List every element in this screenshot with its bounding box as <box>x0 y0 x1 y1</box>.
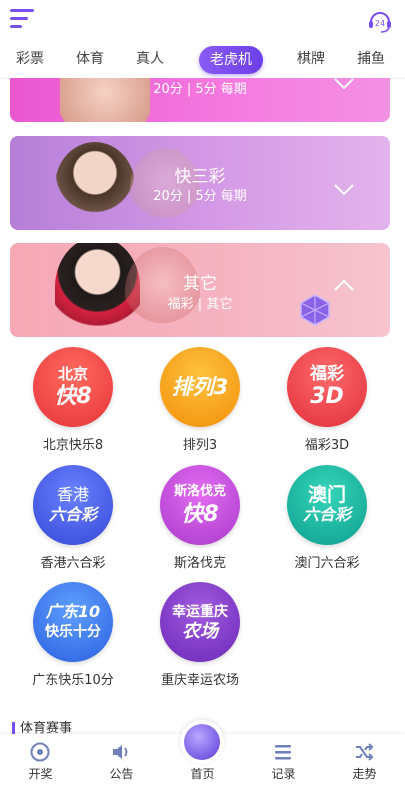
game-pailie3[interactable]: 排列3 排列3 <box>140 347 260 453</box>
ball-icon <box>30 742 50 762</box>
beijing-kl8-logo-icon: 北京 快8 <box>33 347 113 427</box>
game-label: 重庆幸运农场 <box>160 673 239 688</box>
chevron-down-icon[interactable] <box>334 184 354 196</box>
banner-title: 快三彩 <box>174 167 226 187</box>
game-chongqing-farm[interactable]: 幸运重庆 农场 重庆幸运农场 <box>140 582 260 688</box>
logo-text: 广东10 <box>45 602 101 621</box>
logo-text: 3D <box>310 384 344 409</box>
nav-label: 公告 <box>109 767 134 781</box>
logo-text: 斯洛伐克 <box>173 484 226 499</box>
tab-live[interactable]: 真人 <box>128 44 172 78</box>
logo-text: 北京 <box>57 365 88 383</box>
banner-subtitle: 20分 | 5分 每期 <box>153 82 247 97</box>
chevron-up-icon[interactable] <box>334 279 354 291</box>
banner-title: 其它 <box>183 274 217 294</box>
game-label: 澳门六合彩 <box>294 556 360 571</box>
hamburger-icon[interactable] <box>10 9 34 29</box>
hk-marksix-logo-icon: 香港 六合彩 <box>33 465 113 545</box>
game-hk-marksix[interactable]: 香港 六合彩 香港六合彩 <box>13 465 133 571</box>
category-tabs: 彩票 体育 真人 老虎机 棋牌 捕鱼 <box>0 44 405 79</box>
speaker-icon <box>113 745 128 759</box>
logo-text: 六合彩 <box>302 505 351 524</box>
logo-text: 香港 <box>56 485 89 504</box>
list-icon <box>275 745 291 760</box>
nav-records[interactable]: 记录 <box>243 734 324 791</box>
logo-text: 幸运重庆 <box>172 604 228 620</box>
logo-text: 快8 <box>181 502 219 527</box>
home-ball-icon[interactable] <box>180 720 224 764</box>
game-beijing-kl8[interactable]: 北京 快8 北京快乐8 <box>13 347 133 453</box>
logo-text: 快乐十分 <box>45 624 101 640</box>
nav-results[interactable]: 开奖 <box>0 734 81 791</box>
logo-text: 农场 <box>182 621 218 642</box>
game-guangdong-kl10[interactable]: 广东10 快乐十分 广东快乐10分 <box>13 582 133 688</box>
game-macau-marksix[interactable]: 澳门 六合彩 澳门六合彩 <box>267 465 387 571</box>
banner-subtitle: 福彩 | 其它 <box>167 297 233 312</box>
tab-chess[interactable]: 棋牌 <box>289 44 333 78</box>
game-label: 排列3 <box>182 438 218 453</box>
guangdong-kl10-logo-icon: 广东10 快乐十分 <box>33 582 113 662</box>
logo-text: 排列3 <box>171 375 229 399</box>
fucai-3d-logo-icon: 福彩 3D <box>287 347 367 427</box>
nav-announcements[interactable]: 公告 <box>81 734 162 791</box>
logo-text: 六合彩 <box>48 505 97 524</box>
headset-24-icon[interactable]: 24 <box>367 8 393 34</box>
tab-fishing[interactable]: 捕鱼 <box>349 44 393 78</box>
game-label: 广东快乐10分 <box>32 673 114 688</box>
game-slovakia[interactable]: 斯洛伐克 快8 斯洛伐克 <box>140 465 260 571</box>
category-banner-2[interactable]: 快三彩 20分 | 5分 每期 <box>10 136 390 230</box>
macau-marksix-logo-icon: 澳门 六合彩 <box>287 465 367 545</box>
pailie3-logo-icon: 排列3 <box>160 347 240 427</box>
category-banner-3[interactable]: 其它 福彩 | 其它 <box>10 243 390 337</box>
tab-lottery[interactable]: 彩票 <box>8 44 52 78</box>
tab-sports[interactable]: 体育 <box>68 44 112 78</box>
game-fucai-3d[interactable]: 福彩 3D 福彩3D <box>267 347 387 453</box>
shuffle-icon <box>356 743 374 761</box>
game-label: 斯洛伐克 <box>173 556 226 571</box>
game-label: 香港六合彩 <box>40 556 106 571</box>
chongqing-farm-logo-icon: 幸运重庆 农场 <box>160 582 240 662</box>
banner-subtitle: 20分 | 5分 每期 <box>153 189 247 204</box>
chevron-down-icon[interactable] <box>334 78 354 90</box>
logo-text: 福彩 <box>310 364 344 384</box>
nav-label: 记录 <box>271 767 296 781</box>
game-label: 北京快乐8 <box>42 438 104 453</box>
nav-label: 走势 <box>352 767 377 781</box>
logo-text: 澳门 <box>307 484 346 506</box>
slovakia-logo-icon: 斯洛伐克快8 <box>160 465 240 545</box>
top-bar: 24 <box>0 0 405 44</box>
nav-trends[interactable]: 走势 <box>324 734 405 791</box>
game-label: 福彩3D <box>304 438 350 453</box>
tab-slots[interactable]: 老虎机 <box>199 46 263 74</box>
nav-label: 首页 <box>190 767 215 781</box>
support-badge: 24 <box>375 19 385 28</box>
category-banner-1[interactable]: 20分 | 5分 每期 <box>10 78 390 122</box>
logo-text: 快8 <box>54 384 92 409</box>
nav-label: 开奖 <box>28 767 53 781</box>
crystal-decoration-icon <box>300 294 330 326</box>
